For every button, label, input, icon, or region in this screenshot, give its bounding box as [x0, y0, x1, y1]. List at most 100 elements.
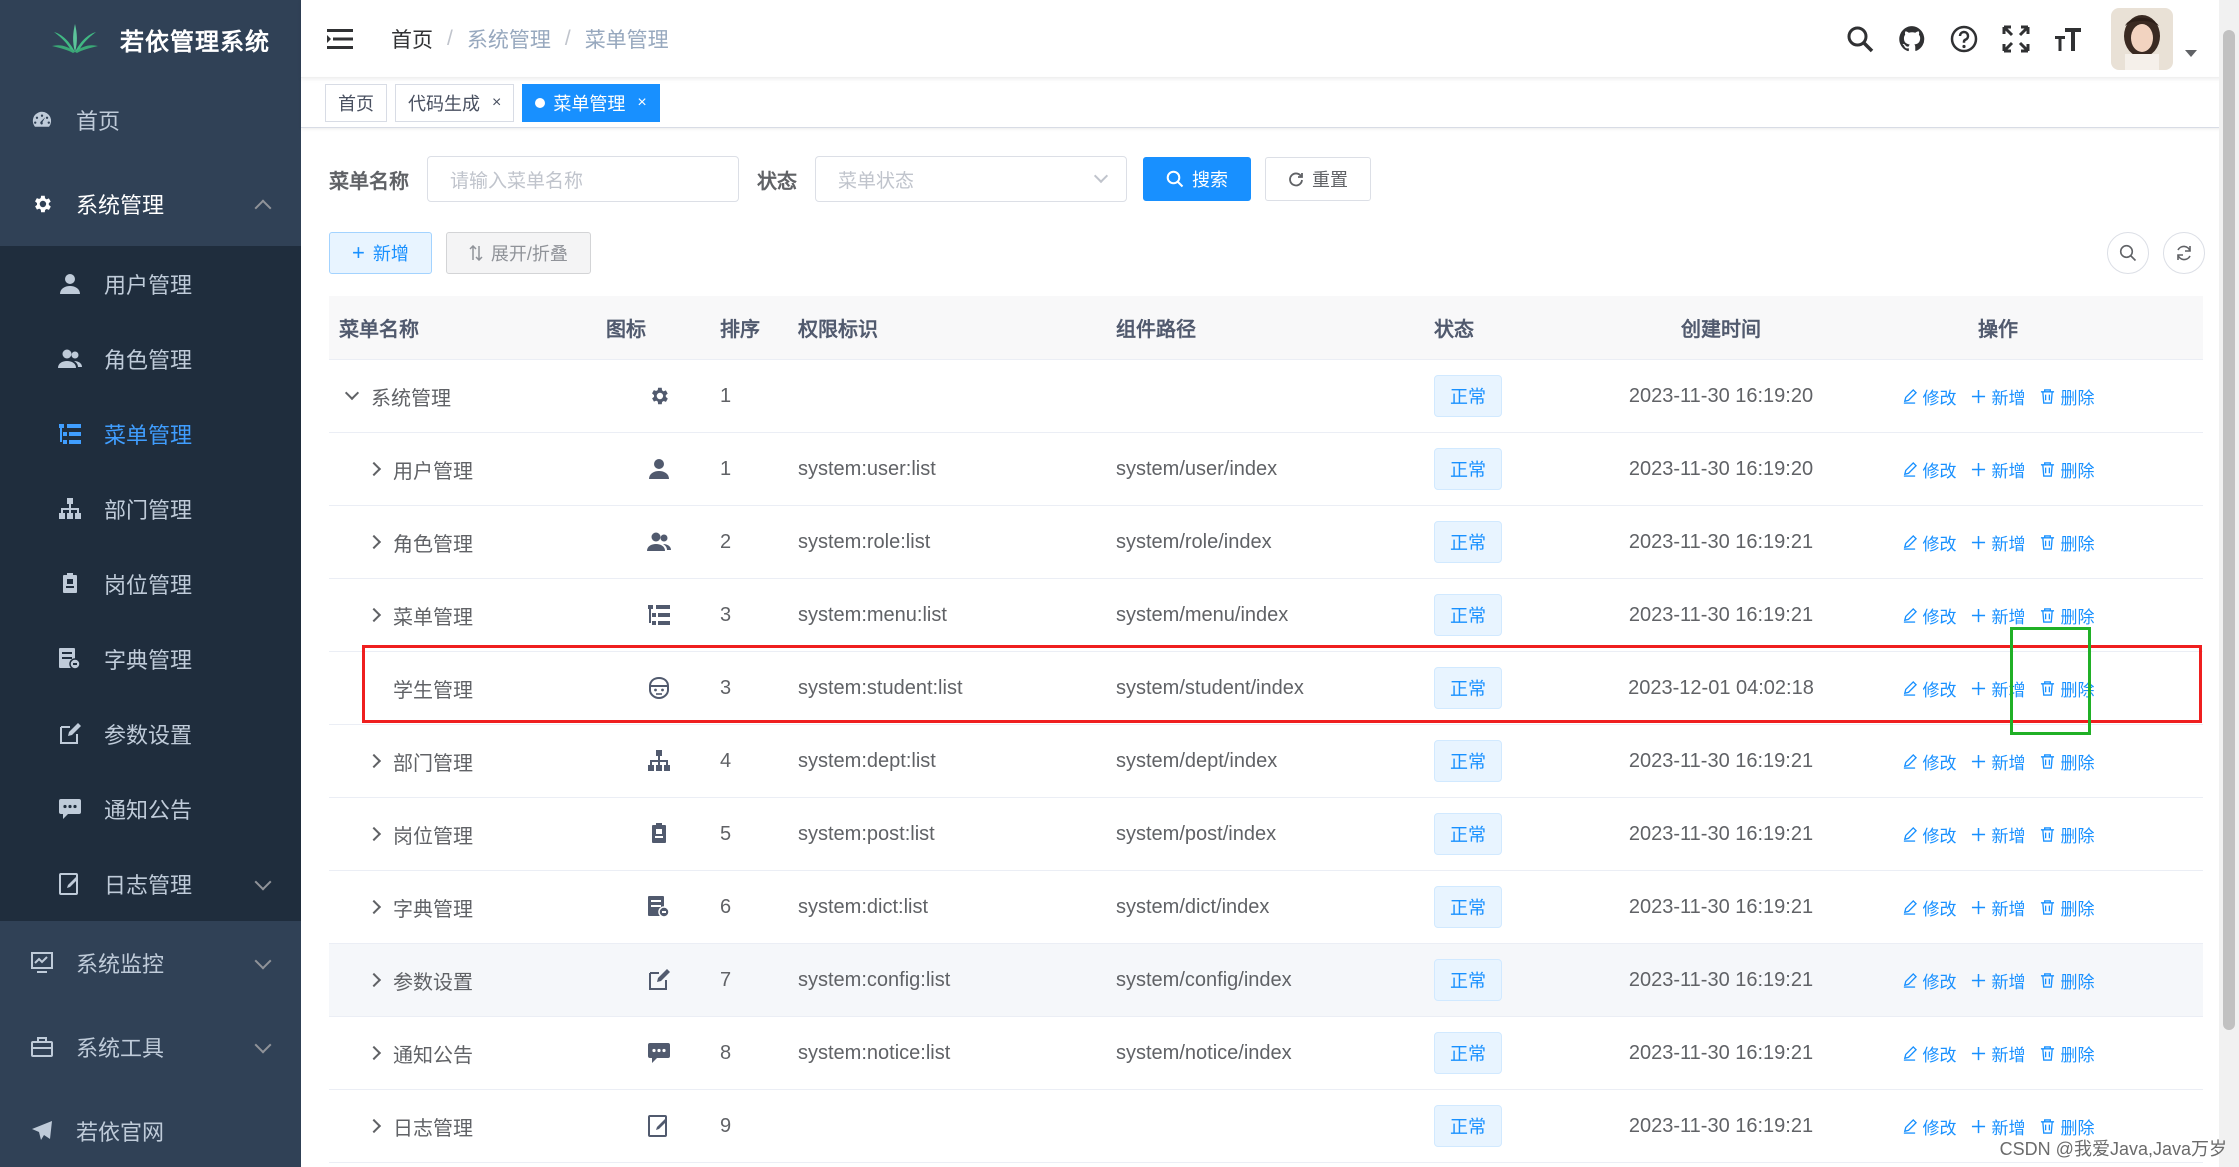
caret-down-icon[interactable] — [2185, 49, 2197, 57]
chevron-right-icon[interactable] — [361, 605, 387, 625]
add-child-link[interactable]: 新增 — [1971, 384, 2026, 409]
sidebar-item-label: 通知公告 — [104, 797, 193, 823]
menu-item-system[interactable]: 系统管理 — [0, 162, 301, 246]
sidebar: 若依管理系统 首页 系统管理 用户管理 角色管理 菜单管理 部门管理 岗位管理 … — [0, 0, 301, 1167]
add-child-link[interactable]: 新增 — [1971, 676, 2026, 701]
toggle-search-button[interactable] — [2107, 232, 2149, 274]
scrollbar-thumb[interactable] — [2223, 30, 2235, 1030]
edit-link[interactable]: 修改 — [1902, 968, 1957, 993]
chevron-right-icon[interactable] — [361, 897, 387, 917]
expand-collapse-button[interactable]: 展开/折叠 — [445, 232, 591, 274]
add-child-link[interactable]: 新增 — [1971, 968, 2026, 993]
add-button[interactable]: + 新增 — [329, 232, 432, 274]
sidebar-item-config[interactable]: 参数设置 — [0, 696, 301, 771]
table-row[interactable]: 部门管理 4 system:dept:list system/dept/index 正常… — [329, 725, 2203, 798]
table-row[interactable]: 通知公告 8 system:notice:list system/notice/ind… — [329, 1017, 2203, 1090]
breadcrumb-system[interactable]: 系统管理 — [467, 24, 551, 54]
reset-button[interactable]: 重置 — [1265, 157, 1371, 201]
table-row[interactable]: 日志管理 9 正常 2023-11-30 16:19:21 修改 新增 删除 — [329, 1090, 2203, 1163]
chevron-right-icon[interactable] — [361, 1043, 387, 1063]
menu-name-label: 菜单名称 — [329, 170, 409, 193]
close-icon[interactable]: × — [637, 94, 646, 112]
add-child-link[interactable]: 新增 — [1971, 1041, 2026, 1066]
sidebar-item-menus[interactable]: 菜单管理 — [0, 396, 301, 471]
add-child-link[interactable]: 新增 — [1971, 457, 2026, 482]
refresh-icon — [2177, 245, 2191, 261]
add-child-link[interactable]: 新增 — [1971, 822, 2026, 847]
menu-item-home[interactable]: 首页 — [0, 78, 301, 162]
chevron-right-icon[interactable] — [361, 751, 387, 771]
delete-link[interactable]: 删除 — [2040, 457, 2095, 482]
github-icon[interactable] — [1895, 22, 1929, 56]
table-row[interactable]: 岗位管理 5 system:post:list system/post/index 正常… — [329, 798, 2203, 871]
chevron-right-icon[interactable] — [361, 970, 387, 990]
table-row[interactable]: 学生管理 3 system:student:list system/student/i… — [329, 652, 2203, 725]
delete-link[interactable]: 删除 — [2040, 603, 2095, 628]
menu-item-tools[interactable]: 系统工具 — [0, 1005, 301, 1089]
table-row[interactable]: 系统管理 1 正常 2023-11-30 16:19:20 修改 新增 删除 — [329, 360, 2203, 433]
delete-link[interactable]: 删除 — [2040, 384, 2095, 409]
edit-link[interactable]: 修改 — [1902, 1114, 1957, 1139]
close-icon[interactable]: × — [492, 94, 501, 112]
order-cell: 2 — [720, 530, 732, 553]
add-child-link[interactable]: 新增 — [1971, 749, 2026, 774]
menu-item-monitor[interactable]: 系统监控 — [0, 921, 301, 1005]
sidebar-item-posts[interactable]: 岗位管理 — [0, 546, 301, 621]
table-row[interactable]: 字典管理 6 system:dict:list system/dict/index 正常… — [329, 871, 2203, 944]
delete-link[interactable]: 删除 — [2040, 1041, 2095, 1066]
chevron-right-icon[interactable] — [361, 824, 387, 844]
table-row[interactable]: 菜单管理 3 system:menu:list system/menu/index 正常… — [329, 579, 2203, 652]
menu-name-input[interactable]: 请输入菜单名称 — [427, 156, 739, 202]
delete-link[interactable]: 删除 — [2040, 895, 2095, 920]
fullscreen-icon[interactable] — [1999, 22, 2033, 56]
user-avatar[interactable] — [2111, 8, 2173, 70]
delete-link[interactable]: 删除 — [2040, 676, 2095, 701]
sidebar-logo[interactable]: 若依管理系统 — [0, 0, 301, 78]
tag-menu-manage[interactable]: 菜单管理 × — [522, 83, 660, 122]
sidebar-item-notices[interactable]: 通知公告 — [0, 771, 301, 846]
refresh-button[interactable] — [2163, 232, 2205, 274]
edit-link[interactable]: 修改 — [1902, 384, 1957, 409]
sidebar-item-logs[interactable]: 日志管理 — [0, 846, 301, 921]
search-icon[interactable] — [1843, 22, 1877, 56]
sidebar-item-depts[interactable]: 部门管理 — [0, 471, 301, 546]
delete-link[interactable]: 删除 — [2040, 530, 2095, 555]
edit-link[interactable]: 修改 — [1902, 676, 1957, 701]
table-row[interactable]: 用户管理 1 system:user:list system/user/index 正常… — [329, 433, 2203, 506]
table-row[interactable]: 参数设置 7 system:config:list system/config/ind… — [329, 944, 2203, 1017]
menu-item-official-site[interactable]: 若依官网 — [0, 1089, 301, 1167]
edit-link[interactable]: 修改 — [1902, 603, 1957, 628]
sidebar-item-users[interactable]: 用户管理 — [0, 246, 301, 321]
chevron-right-icon[interactable] — [361, 1116, 387, 1136]
log-icon — [58, 872, 82, 896]
delete-link[interactable]: 删除 — [2040, 822, 2095, 847]
chevron-down-icon[interactable] — [339, 385, 365, 406]
search-button[interactable]: 搜索 — [1143, 157, 1251, 201]
edit-link[interactable]: 修改 — [1902, 822, 1957, 847]
component-cell: system/config/index — [1116, 968, 1292, 991]
edit-link[interactable]: 修改 — [1902, 457, 1957, 482]
add-child-link[interactable]: 新增 — [1971, 895, 2026, 920]
plus-icon — [1971, 900, 1989, 915]
edit-link[interactable]: 修改 — [1902, 749, 1957, 774]
status-select[interactable]: 菜单状态 — [815, 156, 1127, 202]
delete-link[interactable]: 删除 — [2040, 968, 2095, 993]
font-size-icon[interactable] — [2051, 22, 2085, 56]
chevron-right-icon[interactable] — [361, 459, 387, 479]
hamburger-icon[interactable] — [325, 26, 355, 52]
chevron-right-icon[interactable] — [361, 532, 387, 552]
breadcrumb-home[interactable]: 首页 — [391, 24, 433, 54]
scrollbar[interactable] — [2219, 0, 2239, 1167]
tag-codegen[interactable]: 代码生成 × — [395, 83, 515, 122]
add-child-link[interactable]: 新增 — [1971, 603, 2026, 628]
sidebar-item-roles[interactable]: 角色管理 — [0, 321, 301, 396]
help-icon[interactable] — [1947, 22, 1981, 56]
edit-link[interactable]: 修改 — [1902, 1041, 1957, 1066]
add-child-link[interactable]: 新增 — [1971, 530, 2026, 555]
delete-link[interactable]: 删除 — [2040, 749, 2095, 774]
tag-home[interactable]: 首页 — [325, 83, 387, 122]
table-row[interactable]: 角色管理 2 system:role:list system/role/index 正常… — [329, 506, 2203, 579]
edit-link[interactable]: 修改 — [1902, 530, 1957, 555]
sidebar-item-dicts[interactable]: 字典管理 — [0, 621, 301, 696]
edit-link[interactable]: 修改 — [1902, 895, 1957, 920]
